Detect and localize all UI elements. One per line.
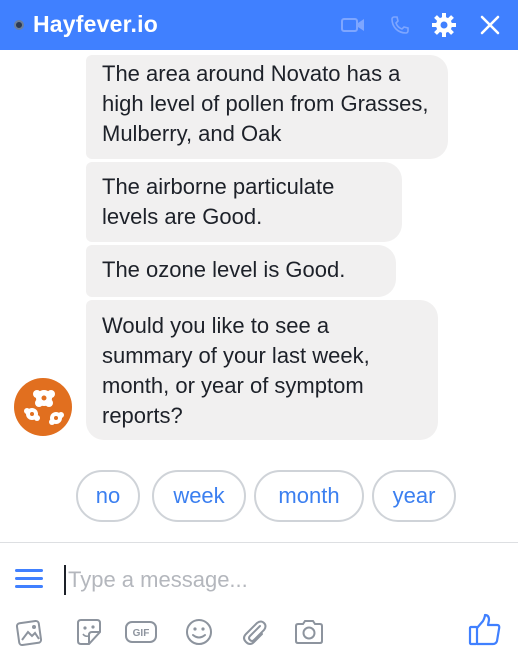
- gif-icon[interactable]: GIF: [124, 616, 158, 648]
- emoji-icon[interactable]: [182, 616, 216, 648]
- camera-icon[interactable]: [292, 616, 326, 648]
- menu-icon[interactable]: [14, 567, 44, 593]
- attach-icon[interactable]: [237, 616, 271, 648]
- message-text: Would you like to see a summary of your …: [102, 313, 370, 428]
- message-text: The airborne particulate levels are Good…: [102, 174, 335, 229]
- message-bubble: The airborne particulate levels are Good…: [86, 162, 402, 242]
- phone-icon: [388, 12, 412, 38]
- quick-reply-no[interactable]: no: [76, 470, 140, 522]
- composer-divider: [0, 542, 518, 543]
- message-bubble: Would you like to see a summary of your …: [86, 300, 438, 440]
- bot-avatar[interactable]: [14, 378, 72, 436]
- status-dot-icon: [14, 20, 24, 30]
- photo-icon[interactable]: [13, 616, 47, 648]
- quick-reply-month[interactable]: month: [254, 470, 364, 522]
- like-icon[interactable]: [466, 612, 504, 648]
- pollen-icon: [24, 390, 64, 425]
- close-icon[interactable]: [478, 12, 502, 38]
- video-icon: [340, 12, 366, 38]
- message-text: The ozone level is Good.: [102, 257, 346, 282]
- message-input[interactable]: [68, 562, 448, 598]
- chat-title[interactable]: Hayfever.io: [33, 11, 158, 38]
- quick-reply-year[interactable]: year: [372, 470, 456, 522]
- chat-header: Hayfever.io: [0, 0, 518, 50]
- text-cursor: [64, 565, 66, 595]
- message-text: The area around Novato has a high level …: [102, 61, 429, 146]
- quick-reply-week[interactable]: week: [152, 470, 246, 522]
- svg-text:GIF: GIF: [133, 628, 150, 639]
- message-bubble: The area around Novato has a high level …: [86, 55, 448, 159]
- gear-icon[interactable]: [430, 12, 458, 38]
- message-bubble: The ozone level is Good.: [86, 245, 396, 297]
- sticker-icon[interactable]: [72, 616, 106, 648]
